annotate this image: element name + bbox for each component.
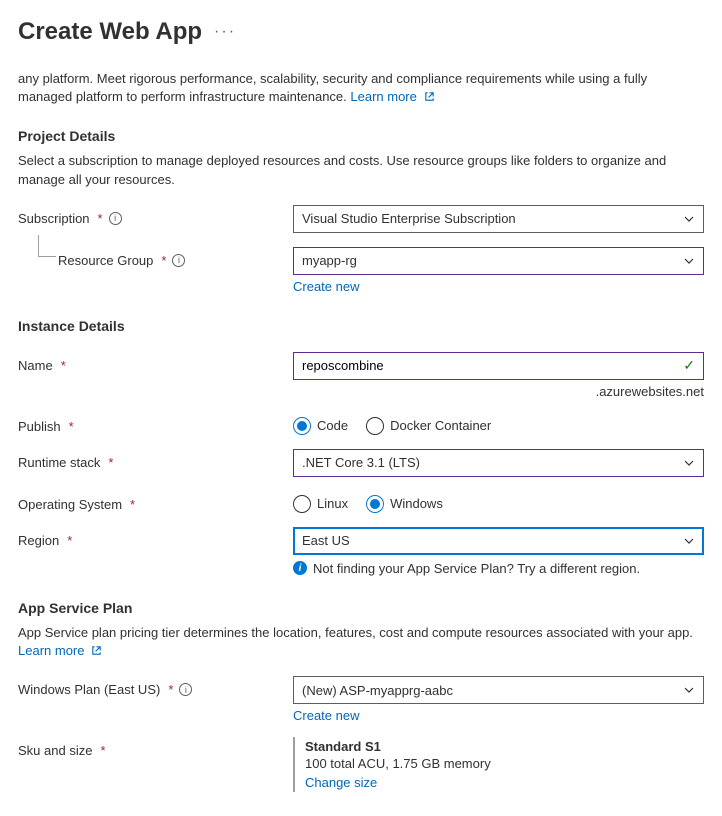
publish-label: Publish* — [18, 413, 293, 434]
os-linux-radio[interactable]: Linux — [293, 495, 348, 513]
page-title-text: Create Web App — [18, 18, 202, 46]
info-icon[interactable]: i — [109, 212, 122, 225]
project-details-desc: Select a subscription to manage deployed… — [18, 152, 704, 188]
check-icon: ✓ — [683, 357, 695, 374]
app-service-plan-desc: App Service plan pricing tier determines… — [18, 624, 704, 660]
sku-title: Standard S1 — [305, 739, 704, 754]
name-input[interactable] — [302, 358, 683, 373]
sku-card: Standard S1 100 total ACU, 1.75 GB memor… — [293, 737, 704, 792]
region-value: East US — [302, 533, 350, 548]
domain-suffix: .azurewebsites.net — [293, 384, 704, 399]
external-link-icon — [424, 89, 435, 100]
chevron-down-icon — [683, 457, 695, 469]
windows-plan-value: (New) ASP-myapprg-aabc — [302, 683, 453, 698]
publish-radio-group: Code Docker Container — [293, 413, 704, 435]
name-input-wrap[interactable]: ✓ — [293, 352, 704, 380]
os-label: Operating System* — [18, 491, 293, 512]
sku-size-label: Sku and size* — [18, 737, 293, 758]
more-menu-icon[interactable]: ··· — [214, 23, 236, 41]
windows-plan-select[interactable]: (New) ASP-myapprg-aabc — [293, 676, 704, 704]
publish-docker-radio[interactable]: Docker Container — [366, 417, 491, 435]
region-label: Region* — [18, 527, 293, 548]
chevron-down-icon — [683, 684, 695, 696]
region-hint: i Not finding your App Service Plan? Try… — [293, 561, 704, 576]
instance-details-heading: Instance Details — [18, 318, 704, 334]
subscription-label: Subscription* i — [18, 205, 293, 226]
subscription-select[interactable]: Visual Studio Enterprise Subscription — [293, 205, 704, 233]
app-service-plan-heading: App Service Plan — [18, 600, 704, 616]
chevron-down-icon — [683, 535, 695, 547]
page-title: Create Web App ··· — [18, 18, 704, 46]
intro-learn-more-link[interactable]: Learn more — [350, 89, 434, 104]
info-icon[interactable]: i — [179, 683, 192, 696]
info-blue-icon: i — [293, 561, 307, 575]
chevron-down-icon — [683, 255, 695, 267]
intro-text: any platform. Meet rigorous performance,… — [18, 71, 647, 104]
change-size-link[interactable]: Change size — [305, 775, 377, 790]
asp-learn-more-link[interactable]: Learn more — [18, 643, 102, 658]
plan-create-new-link[interactable]: Create new — [293, 708, 359, 723]
external-link-icon — [91, 643, 102, 654]
info-icon[interactable]: i — [172, 254, 185, 267]
os-windows-radio[interactable]: Windows — [366, 495, 443, 513]
resource-group-value: myapp-rg — [302, 253, 357, 268]
chevron-down-icon — [683, 213, 695, 225]
os-radio-group: Linux Windows — [293, 491, 704, 513]
name-label: Name* — [18, 352, 293, 373]
region-select[interactable]: East US — [293, 527, 704, 555]
project-details-heading: Project Details — [18, 128, 704, 144]
resource-group-create-new-link[interactable]: Create new — [293, 279, 359, 294]
resource-group-select[interactable]: myapp-rg — [293, 247, 704, 275]
resource-group-label: Resource Group* i — [18, 247, 293, 268]
runtime-stack-label: Runtime stack* — [18, 449, 293, 470]
subscription-value: Visual Studio Enterprise Subscription — [302, 211, 516, 226]
windows-plan-label: Windows Plan (East US)* i — [18, 676, 293, 697]
runtime-stack-value: .NET Core 3.1 (LTS) — [302, 455, 420, 470]
runtime-stack-select[interactable]: .NET Core 3.1 (LTS) — [293, 449, 704, 477]
sku-subtitle: 100 total ACU, 1.75 GB memory — [305, 756, 704, 771]
publish-code-radio[interactable]: Code — [293, 417, 348, 435]
intro-paragraph: any platform. Meet rigorous performance,… — [18, 70, 704, 106]
